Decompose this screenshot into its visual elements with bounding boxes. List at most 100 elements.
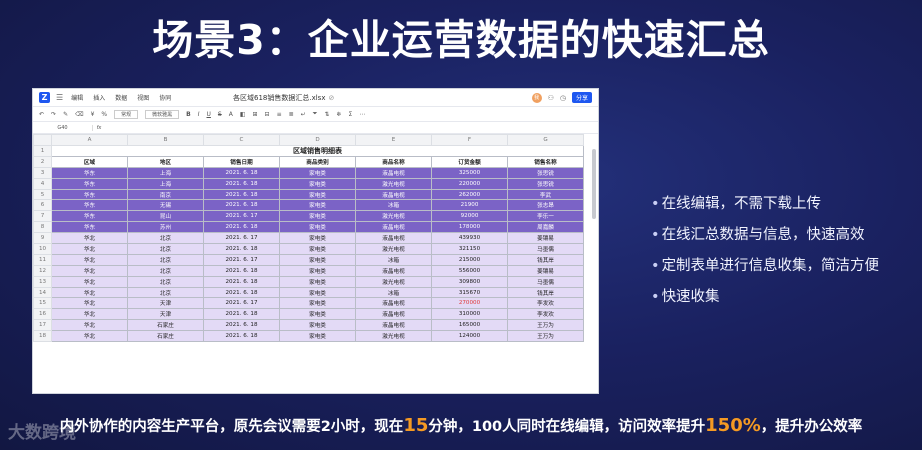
- table-cell[interactable]: 2021. 6. 18: [203, 264, 280, 277]
- row-number[interactable]: 15: [33, 297, 52, 310]
- table-cell[interactable]: 液晶电视: [355, 166, 432, 179]
- table-cell[interactable]: 家电类: [279, 264, 356, 277]
- table-cell[interactable]: 石家庄: [127, 319, 204, 332]
- italic-icon[interactable]: I: [198, 111, 200, 118]
- table-cell[interactable]: 钱其岸: [507, 286, 584, 299]
- menu-insert[interactable]: 插入: [93, 93, 105, 102]
- table-cell[interactable]: 激光电视: [355, 330, 432, 343]
- share-button[interactable]: 分享: [571, 92, 592, 103]
- table-cell[interactable]: 北京: [127, 264, 204, 277]
- align-left-icon[interactable]: ≡: [277, 111, 282, 118]
- header-cell[interactable]: 地区: [127, 155, 204, 168]
- table-cell[interactable]: 家电类: [279, 308, 356, 321]
- table-cell[interactable]: 215000: [431, 253, 508, 266]
- row-number[interactable]: 5: [33, 188, 52, 201]
- table-cell[interactable]: 华东: [51, 210, 128, 223]
- table-cell[interactable]: 家电类: [279, 221, 356, 234]
- format-painter-icon[interactable]: ✎: [63, 111, 68, 118]
- row-number[interactable]: 14: [33, 286, 52, 299]
- table-cell[interactable]: 天津: [127, 297, 204, 310]
- table-cell[interactable]: 556000: [431, 264, 508, 277]
- table-cell[interactable]: 华北: [51, 286, 128, 299]
- redo-icon[interactable]: ↷: [51, 111, 56, 118]
- table-cell[interactable]: 华北: [51, 297, 128, 310]
- row-number[interactable]: 10: [33, 243, 52, 255]
- table-cell[interactable]: 178000: [431, 221, 508, 234]
- table-cell[interactable]: 上海: [127, 177, 204, 190]
- table-cell[interactable]: 2021. 6. 17: [203, 232, 280, 245]
- table-cell[interactable]: 北京: [127, 286, 204, 299]
- table-cell[interactable]: 321150: [431, 243, 508, 255]
- table-cell[interactable]: 2021. 6. 17: [203, 210, 280, 223]
- table-cell[interactable]: 2021. 6. 18: [203, 308, 280, 321]
- row-number[interactable]: 7: [33, 210, 52, 223]
- table-cell[interactable]: 2021. 6. 18: [203, 177, 280, 190]
- table-cell[interactable]: 家电类: [279, 243, 356, 255]
- row-number[interactable]: 13: [33, 275, 52, 288]
- table-cell[interactable]: 220000: [431, 177, 508, 190]
- table-cell[interactable]: 2021. 6. 18: [203, 286, 280, 299]
- row-number[interactable]: 11: [33, 253, 52, 266]
- header-cell[interactable]: 商品名称: [355, 155, 432, 168]
- table-cell[interactable]: 华北: [51, 253, 128, 266]
- undo-icon[interactable]: ↶: [39, 111, 44, 118]
- table-cell[interactable]: 315670: [431, 286, 508, 299]
- table-cell[interactable]: 张志昂: [507, 199, 584, 212]
- merge-icon[interactable]: ⊟: [265, 111, 270, 118]
- table-cell[interactable]: 冰箱: [355, 286, 432, 299]
- strikethrough-icon[interactable]: S: [218, 111, 222, 118]
- table-cell[interactable]: 石家庄: [127, 330, 204, 343]
- table-cell[interactable]: 家电类: [279, 275, 356, 288]
- table-cell[interactable]: 家电类: [279, 286, 356, 299]
- table-cell[interactable]: 张思锐: [507, 166, 584, 179]
- row-number[interactable]: 12: [33, 264, 52, 277]
- column-header[interactable]: B: [127, 134, 204, 146]
- filter-icon[interactable]: ⏷: [313, 110, 318, 118]
- header-cell[interactable]: 销售日期: [203, 155, 280, 168]
- table-cell[interactable]: 北京: [127, 253, 204, 266]
- table-cell[interactable]: 华北: [51, 243, 128, 255]
- table-cell[interactable]: 液晶电视: [355, 188, 432, 201]
- table-cell[interactable]: 液晶电视: [355, 232, 432, 245]
- menu-icon[interactable]: ☰: [56, 93, 63, 102]
- table-cell[interactable]: 姜镶易: [507, 232, 584, 245]
- table-cell[interactable]: 2021. 6. 18: [203, 319, 280, 332]
- table-cell[interactable]: 北京: [127, 232, 204, 245]
- table-cell[interactable]: 李武: [507, 188, 584, 201]
- users-icon[interactable]: ⚇: [548, 94, 554, 102]
- table-cell[interactable]: 2021. 6. 18: [203, 275, 280, 288]
- table-cell[interactable]: 液晶电视: [355, 221, 432, 234]
- row-number[interactable]: 18: [33, 330, 52, 343]
- bold-icon[interactable]: B: [186, 111, 191, 118]
- table-cell[interactable]: 270000: [431, 297, 508, 310]
- table-cell[interactable]: 华北: [51, 264, 128, 277]
- freeze-icon[interactable]: ❄: [337, 111, 342, 118]
- function-icon[interactable]: Σ: [349, 111, 353, 118]
- table-cell[interactable]: 王万为: [507, 330, 584, 343]
- table-cell[interactable]: 南京: [127, 188, 204, 201]
- table-cell[interactable]: 钱其岸: [507, 253, 584, 266]
- table-cell[interactable]: 北京: [127, 275, 204, 288]
- wrap-icon[interactable]: ↵: [301, 111, 306, 118]
- header-cell[interactable]: 订货金额: [431, 155, 508, 168]
- align-center-icon[interactable]: ≣: [289, 111, 294, 118]
- row-number[interactable]: 16: [33, 308, 52, 321]
- sort-icon[interactable]: ⇅: [324, 111, 329, 118]
- table-cell[interactable]: 2021. 6. 18: [203, 199, 280, 212]
- table-cell[interactable]: 325000: [431, 166, 508, 179]
- table-cell[interactable]: 李发欢: [507, 308, 584, 321]
- table-cell[interactable]: 姜镶易: [507, 264, 584, 277]
- table-cell[interactable]: 家电类: [279, 319, 356, 332]
- table-cell[interactable]: 2021. 6. 17: [203, 253, 280, 266]
- column-header[interactable]: G: [507, 134, 584, 146]
- menu-data[interactable]: 数据: [115, 93, 127, 102]
- table-cell[interactable]: 激光电视: [355, 177, 432, 190]
- table-cell[interactable]: 262000: [431, 188, 508, 201]
- underline-icon[interactable]: U: [207, 111, 211, 118]
- vertical-scrollbar[interactable]: [592, 149, 596, 219]
- table-cell[interactable]: 439930: [431, 232, 508, 245]
- table-cell[interactable]: 华北: [51, 330, 128, 343]
- table-cell[interactable]: 昆山: [127, 210, 204, 223]
- menu-collab[interactable]: 协同: [159, 93, 171, 102]
- table-cell[interactable]: 液晶电视: [355, 319, 432, 332]
